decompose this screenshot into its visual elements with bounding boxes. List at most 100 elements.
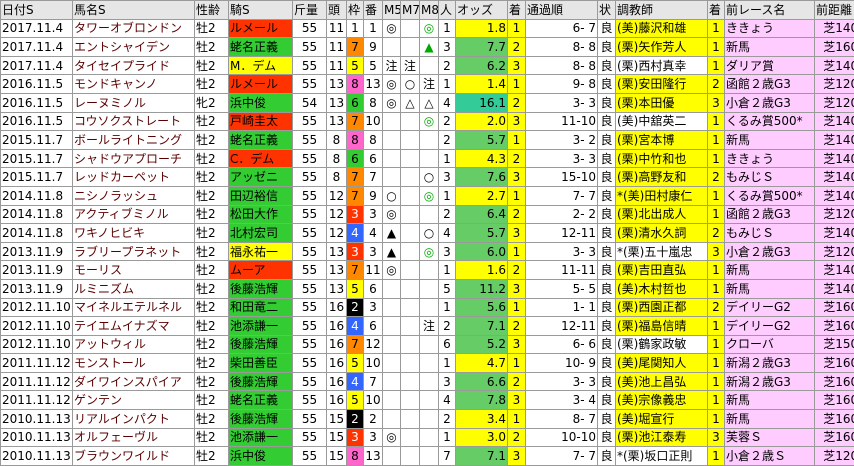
- mark-m5-cell: [383, 131, 401, 150]
- column-header[interactable]: 通過順: [526, 1, 598, 20]
- jockey-cell: ルメール: [229, 75, 293, 94]
- mark-m7-cell: [401, 391, 420, 410]
- prev-distance-cell: 芝1500: [815, 335, 854, 354]
- field-size-cell: 15: [327, 410, 347, 429]
- column-header[interactable]: 調教師: [616, 1, 708, 20]
- column-header[interactable]: 前距離: [815, 1, 854, 20]
- column-header[interactable]: 日付S: [1, 1, 73, 20]
- passing-order-cell: 3- 4: [526, 391, 598, 410]
- table-row[interactable]: 2010.11.13オルフェーヴル牡2池添謙一551533◎13.0210-10…: [1, 428, 854, 447]
- table-row[interactable]: 2014.11.8ワキノヒビキ牡2北村宏司551244▲○45.7312-11良…: [1, 224, 854, 243]
- table-row[interactable]: 2010.11.13ブラウンワイルド牡2浜中俊551581377.137- 7良…: [1, 447, 854, 466]
- field-size-cell: 13: [327, 261, 347, 280]
- mark-m8-cell: ◎: [420, 186, 439, 205]
- table-row[interactable]: 2014.11.8ニシノラッシュ牡2田辺裕信551279○◎12.717- 7良…: [1, 186, 854, 205]
- column-header[interactable]: 性齢: [195, 1, 229, 20]
- waku-cell: 6: [347, 93, 364, 112]
- table-row[interactable]: 2016.11.5コウソクストレート牡2戸崎圭太5513710◎22.0311-…: [1, 112, 854, 131]
- table-row[interactable]: 2016.11.5モンドキャンノ牡2ルメール5513813◎○注11.419- …: [1, 75, 854, 94]
- column-header[interactable]: 前レース名: [725, 1, 815, 20]
- table-row[interactable]: 2011.11.12ダイワインスパイア牡2後藤浩輝55164736.623- 3…: [1, 372, 854, 391]
- odds-cell: 5.6: [456, 298, 508, 317]
- weight-cell: 55: [293, 205, 327, 224]
- table-row[interactable]: 2016.11.5レーヌミノル牝2浜中俊541368◎△△416.123- 3良…: [1, 93, 854, 112]
- number-cell: 13: [364, 75, 383, 94]
- table-row[interactable]: 2013.11.9モーリス牡2ムーア5513711◎11.6211-11良(栗)…: [1, 261, 854, 280]
- horse-name-cell: ダイワインスパイア: [73, 372, 195, 391]
- mark-m7-cell: [401, 428, 420, 447]
- mark-m5-cell: ◎: [383, 428, 401, 447]
- field-size-cell: 13: [327, 112, 347, 131]
- table-row[interactable]: 2015.11.7レッドカーペット牡2アッゼニ55877○37.6315-10良…: [1, 168, 854, 187]
- jockey-cell: 後藤浩輝: [229, 335, 293, 354]
- passing-order-cell: 15-10: [526, 168, 598, 187]
- column-header[interactable]: 状: [598, 1, 616, 20]
- waku-cell: 7: [347, 168, 364, 187]
- column-header[interactable]: 着: [708, 1, 725, 20]
- date-cell: 2016.11.5: [1, 93, 73, 112]
- finish-cell: 3: [508, 112, 526, 131]
- table-row[interactable]: 2012.11.10アットウィル牡2後藤浩輝551671265.236- 6良(…: [1, 335, 854, 354]
- trainer-cell: (栗)鶴家政敏: [616, 335, 708, 354]
- table-row[interactable]: 2013.11.9ルミニズム牡2後藤浩輝551356511.235- 5良(美)…: [1, 279, 854, 298]
- table-row[interactable]: 2012.11.10テイエムイナズマ牡2池添謙一551646注27.1212-1…: [1, 317, 854, 336]
- prev-finish-cell: 1: [708, 131, 725, 150]
- table-row[interactable]: 2017.11.4エントシャイデン牡2蛯名正義551179▲37.728- 8良…: [1, 38, 854, 57]
- column-header[interactable]: 騎S: [229, 1, 293, 20]
- prev-distance-cell: 芝1400: [815, 131, 854, 150]
- column-header[interactable]: M7: [401, 1, 420, 20]
- mark-m5-cell: ○: [383, 186, 401, 205]
- mark-m5-cell: [383, 354, 401, 373]
- weight-cell: 55: [293, 317, 327, 336]
- table-row[interactable]: 2015.11.7ボールライトニング牡2蛯名正義5588825.713- 2良(…: [1, 131, 854, 150]
- jockey-cell: 池添謙一: [229, 317, 293, 336]
- trainer-cell: (栗)清水久詞: [616, 224, 708, 243]
- field-size-cell: 13: [327, 242, 347, 261]
- odds-cell: 7.8: [456, 391, 508, 410]
- column-header[interactable]: M8: [420, 1, 439, 20]
- column-header[interactable]: M5: [383, 1, 401, 20]
- trainer-cell: (栗)池江泰寿: [616, 428, 708, 447]
- prev-finish-cell: 2: [708, 75, 725, 94]
- horse-name-cell: ボールライトニング: [73, 131, 195, 150]
- horse-name-cell: テイエムイナズマ: [73, 317, 195, 336]
- table-row[interactable]: 2012.11.10マイネルエテルネル牡2和田竜二55162315.611- 1…: [1, 298, 854, 317]
- odds-cell: 3.4: [456, 410, 508, 429]
- column-header[interactable]: 馬名S: [73, 1, 195, 20]
- sex-age-cell: 牡2: [195, 428, 229, 447]
- track-condition-cell: 良: [598, 372, 616, 391]
- column-header[interactable]: オッズ: [456, 1, 508, 20]
- weight-cell: 55: [293, 112, 327, 131]
- column-header[interactable]: 着: [508, 1, 526, 20]
- table-row[interactable]: 2017.11.4タイセイプライド牡2M．デム551155注注26.238- 8…: [1, 56, 854, 75]
- table-row[interactable]: 2013.11.9ラブリープラネット牡2福永祐一551333▲◎36.013- …: [1, 242, 854, 261]
- column-header[interactable]: 斤量: [293, 1, 327, 20]
- prev-distance-cell: 芝1200: [815, 93, 854, 112]
- table-row[interactable]: 2011.11.12ゲンテン牡2蛯名正義551651047.833- 4良(美)…: [1, 391, 854, 410]
- mark-m5-cell: [383, 38, 401, 57]
- mark-m5-cell: ▲: [383, 242, 401, 261]
- prev-distance-cell: 芝1200: [815, 447, 854, 466]
- mark-m5-cell: [383, 279, 401, 298]
- table-row[interactable]: 2011.11.12モンストール牡2柴田善臣551651014.7110- 9良…: [1, 354, 854, 373]
- prev-race-cell: 芙蓉Ｓ: [725, 428, 815, 447]
- sex-age-cell: 牡2: [195, 56, 229, 75]
- column-header[interactable]: 人: [439, 1, 456, 20]
- horse-name-cell: モーリス: [73, 261, 195, 280]
- number-cell: 4: [364, 224, 383, 243]
- table-row[interactable]: 2015.11.7シャドウアプローチ牡2C．デム5586614.323- 3良(…: [1, 149, 854, 168]
- table-row[interactable]: 2017.11.4タワーオブロンドン牡2ルメール551111◎◎11.816- …: [1, 19, 854, 38]
- horse-name-cell: タワーオブロンドン: [73, 19, 195, 38]
- column-header[interactable]: 枠: [347, 1, 364, 20]
- prev-finish-cell: 1: [708, 261, 725, 280]
- prev-finish-cell: 1: [708, 372, 725, 391]
- table-row[interactable]: 2010.11.13リアルインパクト牡2後藤浩輝55152223.418- 7良…: [1, 410, 854, 429]
- column-header[interactable]: 頭: [327, 1, 347, 20]
- table-row[interactable]: 2014.11.8アクティブミノル牡2松田大作551233◎26.422- 2良…: [1, 205, 854, 224]
- prev-finish-cell: 1: [708, 205, 725, 224]
- mark-m7-cell: [401, 131, 420, 150]
- mark-m8-cell: [420, 391, 439, 410]
- column-header[interactable]: 番: [364, 1, 383, 20]
- number-cell: 5: [364, 56, 383, 75]
- weight-cell: 55: [293, 261, 327, 280]
